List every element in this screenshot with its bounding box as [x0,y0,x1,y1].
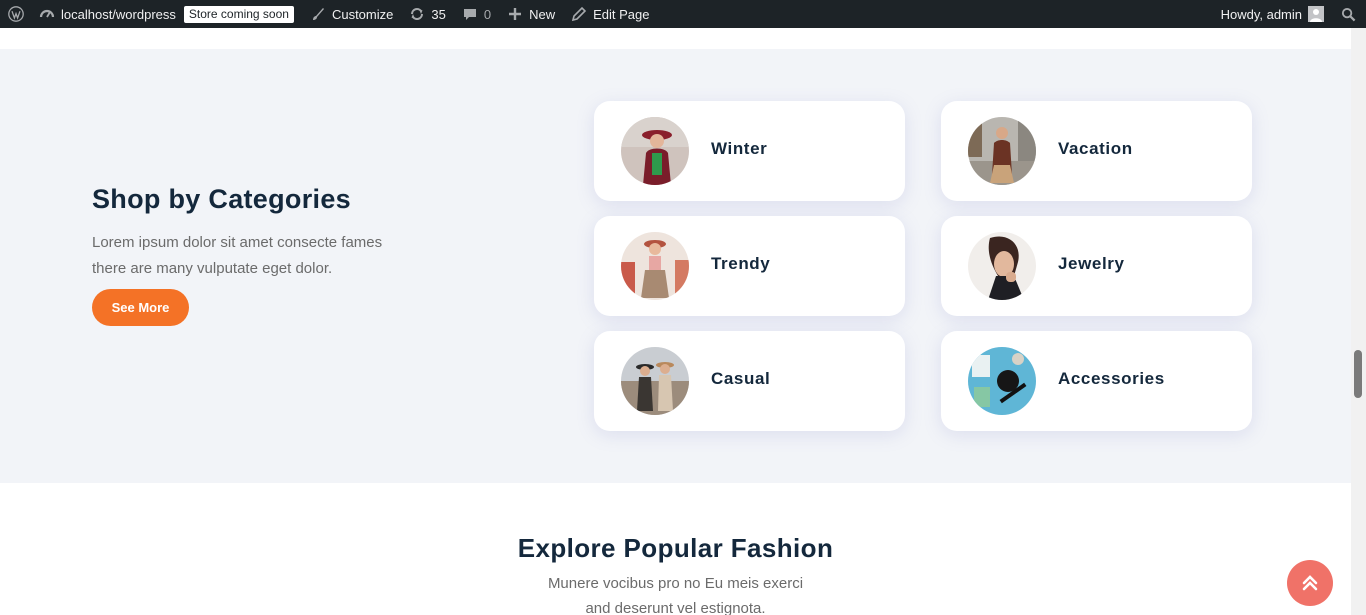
category-label: Winter [711,139,768,158]
scroll-to-top-button[interactable] [1287,560,1333,606]
scrollbar-thumb[interactable] [1354,350,1362,398]
category-card-jewelry[interactable]: Jewelry [941,216,1252,316]
explore-subtitle-line: and deserunt vel estignota. [585,600,766,615]
category-label: Vacation [1058,139,1133,158]
category-label: Accessories [1058,369,1165,388]
site-name-link[interactable]: localhost/wordpress [31,0,184,28]
plus-icon [507,6,523,22]
wordpress-icon [8,6,24,22]
my-account-link[interactable]: Howdy, admin [1213,0,1332,28]
brush-icon [310,6,326,22]
new-content-link[interactable]: New [499,0,563,28]
customize-label: Customize [331,6,394,22]
dashboard-icon [39,6,55,22]
category-label: Jewelry [1058,254,1125,273]
comments-count: 0 [483,6,492,22]
refresh-icon [409,6,425,22]
site-name: localhost/wordpress [61,6,176,22]
store-status-badge-wrap[interactable]: Store coming soon [183,0,302,28]
category-image-winter [621,117,689,185]
updates-link[interactable]: 35 [401,0,453,28]
category-card-vacation[interactable]: Vacation [941,101,1252,201]
wordpress-menu[interactable] [1,0,31,28]
category-card-casual[interactable]: Casual [594,331,905,431]
top-white-strip [0,28,1351,49]
category-card-accessories[interactable]: Accessories [941,331,1252,431]
store-status-badge: Store coming soon [183,5,294,23]
category-image-casual [621,347,689,415]
updates-count: 35 [431,6,446,22]
explore-subtitle-line: Munere vocibus pro no Eu meis exerci [547,575,804,592]
see-more-button[interactable]: See More [92,289,189,326]
new-label: New [529,6,556,22]
category-label: Casual [711,369,771,388]
search-icon [1340,6,1356,22]
edit-page-link[interactable]: Edit Page [563,0,657,28]
wp-admin-bar: localhost/wordpress Store coming soon Cu… [0,0,1366,28]
category-card-winter[interactable]: Winter [594,101,905,201]
category-card-trendy[interactable]: Trendy [594,216,905,316]
explore-subtitle: Munere vocibus pro no Eu meis exerci and… [0,571,1351,615]
explore-title: Explore Popular Fashion [517,533,834,563]
category-image-accessories [968,347,1036,415]
edit-page-label: Edit Page [593,6,650,22]
pencil-icon [571,6,587,22]
section-title: Shop by Categories [92,184,351,214]
section-description: Lorem ipsum dolor sit amet consecte fame… [92,234,383,277]
double-chevron-up-icon [1300,573,1320,593]
category-label: Trendy [711,254,771,273]
admin-search[interactable] [1332,0,1366,28]
comment-icon [462,6,478,22]
category-image-trendy [621,232,689,300]
category-image-jewelry [968,232,1036,300]
page-scrollbar[interactable] [1351,28,1366,615]
avatar [1308,6,1324,22]
category-image-vacation [968,117,1036,185]
customize-link[interactable]: Customize [302,0,401,28]
comments-link[interactable]: 0 [454,0,499,28]
howdy-text: Howdy, admin [1220,6,1302,22]
